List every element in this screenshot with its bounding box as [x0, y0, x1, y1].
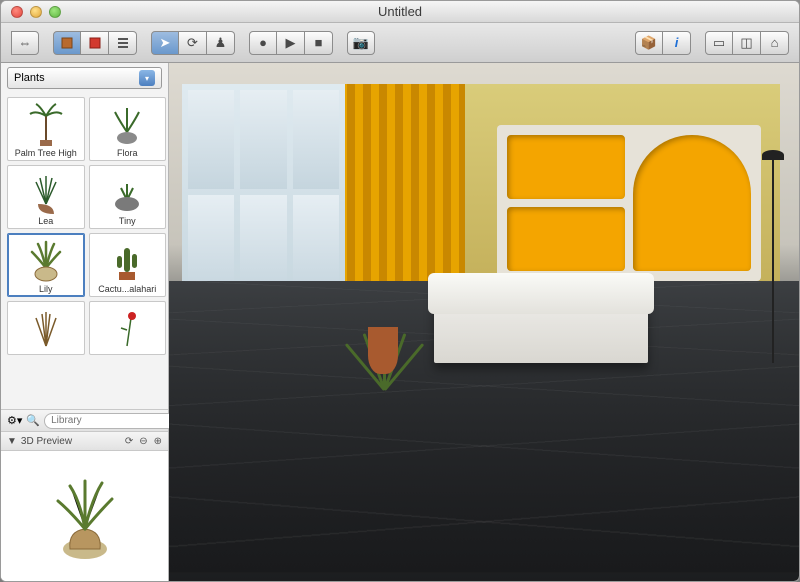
- scene-sofa: [434, 281, 648, 364]
- zoom-icon[interactable]: [49, 6, 61, 18]
- library-item[interactable]: Lea: [7, 165, 85, 229]
- item-label: Palm Tree High: [10, 148, 82, 158]
- view-2d-icon[interactable]: ▭: [705, 31, 733, 55]
- info-icon[interactable]: i: [663, 31, 691, 55]
- toolbar: ⇔ ➤ ⟳ ♟ ● ▶ ■ 📷 📦 i ▭ ◫ ⌂: [1, 23, 799, 63]
- view-3d-icon[interactable]: ⌂: [761, 31, 789, 55]
- scene-plant: [364, 218, 402, 373]
- library-icon[interactable]: [53, 31, 81, 55]
- scene-shelf: [497, 125, 762, 280]
- item-label: Flora: [92, 148, 164, 158]
- preview-header[interactable]: ▼ 3D Preview ⟳ ⊖ ⊕: [1, 431, 168, 451]
- toolbar-group-library: [53, 31, 137, 55]
- rotate-preview-icon[interactable]: ⟳: [125, 436, 133, 447]
- toolbar-group-record: ● ▶ ■: [249, 31, 333, 55]
- library-item[interactable]: [7, 301, 85, 355]
- library-grid[interactable]: Palm Tree High Flora Lea Tiny Lily Cactu...al…: [1, 93, 168, 409]
- minimize-icon[interactable]: [30, 6, 42, 18]
- preview-plant-icon: [40, 471, 130, 561]
- app-window: Untitled ⇔ ➤ ⟳ ♟ ● ▶ ■ 📷 📦 i ▭ ◫ ⌂: [0, 0, 800, 582]
- plant-thumb-icon: [99, 236, 155, 284]
- category-select[interactable]: Plants ▾: [7, 67, 162, 89]
- layout-toggle-icon[interactable]: ⇔: [11, 31, 39, 55]
- play-icon[interactable]: ▶: [277, 31, 305, 55]
- zoom-in-icon[interactable]: ⊕: [154, 436, 162, 447]
- viewport-3d[interactable]: [169, 63, 799, 581]
- camera-icon[interactable]: 📷: [347, 31, 375, 55]
- item-label: Lea: [10, 216, 82, 226]
- zoom-out-icon[interactable]: ⊖: [139, 436, 147, 447]
- item-label: Cactu...alahari: [92, 284, 164, 294]
- close-icon[interactable]: [11, 6, 23, 18]
- package-icon[interactable]: 📦: [635, 31, 663, 55]
- content-area: Plants ▾ Palm Tree High Flora Lea Tiny Lily C…: [1, 63, 799, 581]
- rotate-icon[interactable]: ⟳: [179, 31, 207, 55]
- scene-lamp: [772, 156, 774, 363]
- sidebar: Plants ▾ Palm Tree High Flora Lea Tiny Lily C…: [1, 63, 169, 581]
- plant-thumb-icon: [99, 168, 155, 216]
- library-item[interactable]: [89, 301, 167, 355]
- chevron-down-icon: ▾: [139, 70, 155, 86]
- library-footer: ⚙︎▾ 🔍: [1, 409, 168, 431]
- stop-icon[interactable]: ■: [305, 31, 333, 55]
- item-label: Tiny: [92, 216, 164, 226]
- toolbar-group-nav: ➤ ⟳ ♟: [151, 31, 235, 55]
- walk-icon[interactable]: ♟: [207, 31, 235, 55]
- search-icon: 🔍: [26, 414, 40, 427]
- item-label: Lily: [10, 284, 82, 294]
- arrow-icon[interactable]: ➤: [151, 31, 179, 55]
- titlebar[interactable]: Untitled: [1, 1, 799, 23]
- category-label: Plants: [14, 72, 45, 84]
- gear-icon[interactable]: ⚙︎▾: [7, 414, 22, 427]
- plant-thumb-icon: [18, 304, 74, 352]
- preview-3d[interactable]: [1, 451, 168, 581]
- toolbar-group-info: 📦 i: [635, 31, 691, 55]
- plant-thumb-icon: [18, 236, 74, 284]
- library-item[interactable]: Cactu...alahari: [89, 233, 167, 297]
- window-controls: [1, 6, 61, 18]
- window-title: Untitled: [1, 4, 799, 19]
- materials-icon[interactable]: [81, 31, 109, 55]
- view-split-icon[interactable]: ◫: [733, 31, 761, 55]
- list-view-icon[interactable]: [109, 31, 137, 55]
- library-item[interactable]: Palm Tree High: [7, 97, 85, 161]
- library-item[interactable]: Lily: [7, 233, 85, 297]
- preview-title: 3D Preview: [21, 436, 72, 447]
- toolbar-group-layout: ⇔: [11, 31, 39, 55]
- record-icon[interactable]: ●: [249, 31, 277, 55]
- plant-thumb-icon: [99, 304, 155, 352]
- plant-thumb-icon: [18, 100, 74, 148]
- library-item[interactable]: Flora: [89, 97, 167, 161]
- plant-thumb-icon: [99, 100, 155, 148]
- library-item[interactable]: Tiny: [89, 165, 167, 229]
- plant-thumb-icon: [18, 168, 74, 216]
- disclosure-icon[interactable]: ▼: [7, 436, 17, 447]
- toolbar-group-views: ▭ ◫ ⌂: [705, 31, 789, 55]
